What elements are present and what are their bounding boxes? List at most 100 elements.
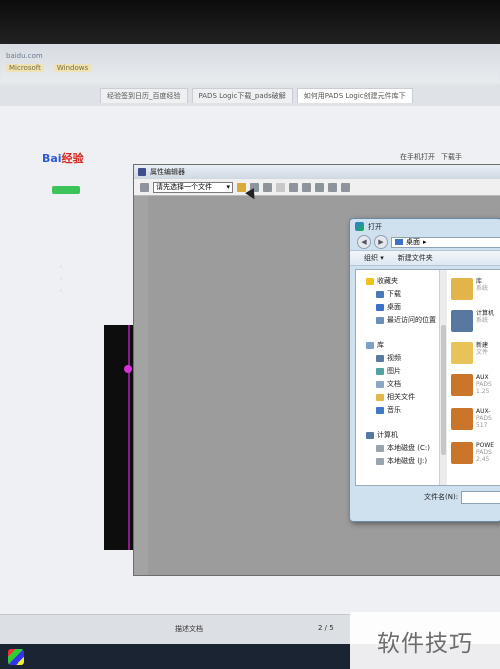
computer-icon [366,431,374,439]
tab-3[interactable]: 如何用PADS Logic创建元件库下 [296,88,413,103]
dialog-app-icon [355,222,364,231]
sidebar-item-favorites[interactable]: 收藏夹 [366,276,398,286]
pads-file-icon [451,374,473,396]
download-link[interactable]: 下载手 [441,152,462,162]
sidebar-item-related-files[interactable]: 相关文件 [376,392,415,402]
scrollbar-thumb[interactable] [441,325,446,455]
sidebar-item-downloads[interactable]: 下载 [376,289,401,299]
file-item-power[interactable]: POWE PADS 2.45 [451,442,494,464]
file-type: PADS [476,415,492,422]
sidebar-item-label: 相关文件 [387,393,415,401]
back-button[interactable]: ◀ [357,235,371,249]
sidebar-item-label: 图片 [387,367,401,375]
bookmark-item[interactable]: Microsoft [6,64,44,72]
dialog-titlebar[interactable]: 打开 [350,219,500,234]
file-item-library[interactable]: 库系统 [451,278,488,300]
sidebar-item-computer[interactable]: 计算机 [366,430,398,440]
file-size: 517 [476,422,488,429]
sidebar-item-label: 视频 [387,354,401,362]
page-counter: 2 / 5 [318,624,334,632]
sidebar-item-videos[interactable]: 视频 [376,353,401,363]
file-item-aux-2[interactable]: AUX- PADS 517 [451,408,492,430]
forward-button[interactable]: ▶ [374,235,388,249]
cut-icon[interactable] [276,182,285,192]
sidebar-item-music[interactable]: 音乐 [376,405,401,415]
property-editor-titlebar[interactable]: 属性编辑器 [134,165,500,179]
file-item-aux[interactable]: AUX PADS 1.25 [451,374,492,396]
filter-icon[interactable] [328,182,337,192]
article-text [90,570,94,590]
bookmarks-bar: Microsoft Windows [6,64,92,72]
close-icon[interactable] [263,182,272,192]
property-editor-toolbar: 请先选择一个文件 ▾ [134,179,500,196]
sidebar-item-label: 库 [377,341,384,349]
tab-label: 如何用PADS Logic创建元件库下 [303,92,406,100]
file-type: 系统 [476,317,489,324]
list-icon[interactable] [341,182,350,192]
chevron-right-icon: ▸ [423,238,427,246]
computer-icon [451,310,473,332]
dialog-content: 收藏夹 下载 桌面 最近访问的位置 库 视频 图片 文档 相关文件 音乐 计算机… [355,269,500,486]
tab-1[interactable]: 经验签到日历_百度经验 [100,88,188,103]
window-title: 属性编辑器 [150,168,185,176]
sidebar-item-desktop[interactable]: 桌面 [376,302,401,312]
sidebar-item-documents[interactable]: 文档 [376,379,401,389]
file-select[interactable]: 请先选择一个文件 ▾ [153,181,233,193]
sidebar-item-label: 本地磁盘 (C:) [387,444,430,452]
sidebar-item-label: 音乐 [387,406,401,414]
file-size: 2.45 [476,456,490,463]
sidebar-item-drive-j[interactable]: 本地磁盘 (J:) [376,456,427,466]
filename-label: 文件名(N): [424,493,459,501]
file-name: 库 [476,278,483,285]
tab-strip: 经验签到日历_百度经验 PADS Logic下载_pads破解 如何用PADS … [0,88,500,104]
nav-pane-scrollbar[interactable] [439,270,447,485]
paste-icon[interactable] [302,182,311,192]
address-bar[interactable]: baidu.com [6,52,43,60]
file-name: 新建 [476,342,489,349]
file-name: AUX [476,374,489,381]
sidebar-item-label: 收藏夹 [377,277,398,285]
tab-2[interactable]: PADS Logic下载_pads破解 [191,88,293,103]
grid-icon[interactable] [140,182,149,192]
file-select-value: 请先选择一个文件 [156,183,212,191]
app-icon[interactable] [8,649,24,665]
dialog-title: 打开 [368,222,382,231]
open-in-phone-link[interactable]: 在手机打开 [400,152,435,162]
pads-file-icon [451,442,473,464]
file-item-computer[interactable]: 计算机 系统 [451,310,494,332]
page-right-info: 在手机打开 下载手 [400,152,462,162]
chevron-down-icon: ▾ [226,183,230,191]
path-label: 桌面 [406,238,420,246]
file-item-new-folder[interactable]: 新建 文件 [451,342,488,364]
copy-icon[interactable] [289,182,298,192]
path-bar[interactable]: 桌面 ▸ [391,236,500,248]
baidu-logo[interactable]: Bai经验 [42,150,84,166]
sidebar-item-label: 文档 [387,380,401,388]
bookmark-item[interactable]: Windows [53,64,92,72]
green-button[interactable] [52,186,80,194]
drive-icon [376,457,384,465]
file-type: PADS [476,449,492,456]
file-size: 1.25 [476,388,490,395]
new-folder-button[interactable]: 新建文件夹 [398,253,433,263]
table-icon[interactable] [315,182,324,192]
magenta-line [128,325,130,550]
tab-label: PADS Logic下载_pads破解 [198,92,286,100]
open-file-dialog: 打开 ◀ ▶ 桌面 ▸ 组织 ▾ 新建文件夹 收藏夹 下载 桌面 最近访问的位置… [349,218,500,522]
sidebar-item-drive-c[interactable]: 本地磁盘 (C:) [376,443,430,453]
library-icon [451,278,473,300]
sidebar-item-libraries[interactable]: 库 [366,340,384,350]
open-folder-icon[interactable] [237,182,246,192]
sidebar-item-pictures[interactable]: 图片 [376,366,401,376]
sidebar-item-recent[interactable]: 最近访问的位置 [376,315,436,325]
file-type: 系统 [476,285,489,292]
music-icon [376,406,384,414]
organize-button[interactable]: 组织 ▾ [364,253,384,263]
dialog-footer: 文件名(N): [350,487,500,507]
desktop-icon [395,239,403,245]
file-name: 计算机 [476,310,495,317]
folder-icon [451,342,473,364]
filename-input[interactable] [461,490,500,504]
file-name: AUX- [476,408,491,415]
dialog-command-bar: 组织 ▾ 新建文件夹 [350,250,500,266]
